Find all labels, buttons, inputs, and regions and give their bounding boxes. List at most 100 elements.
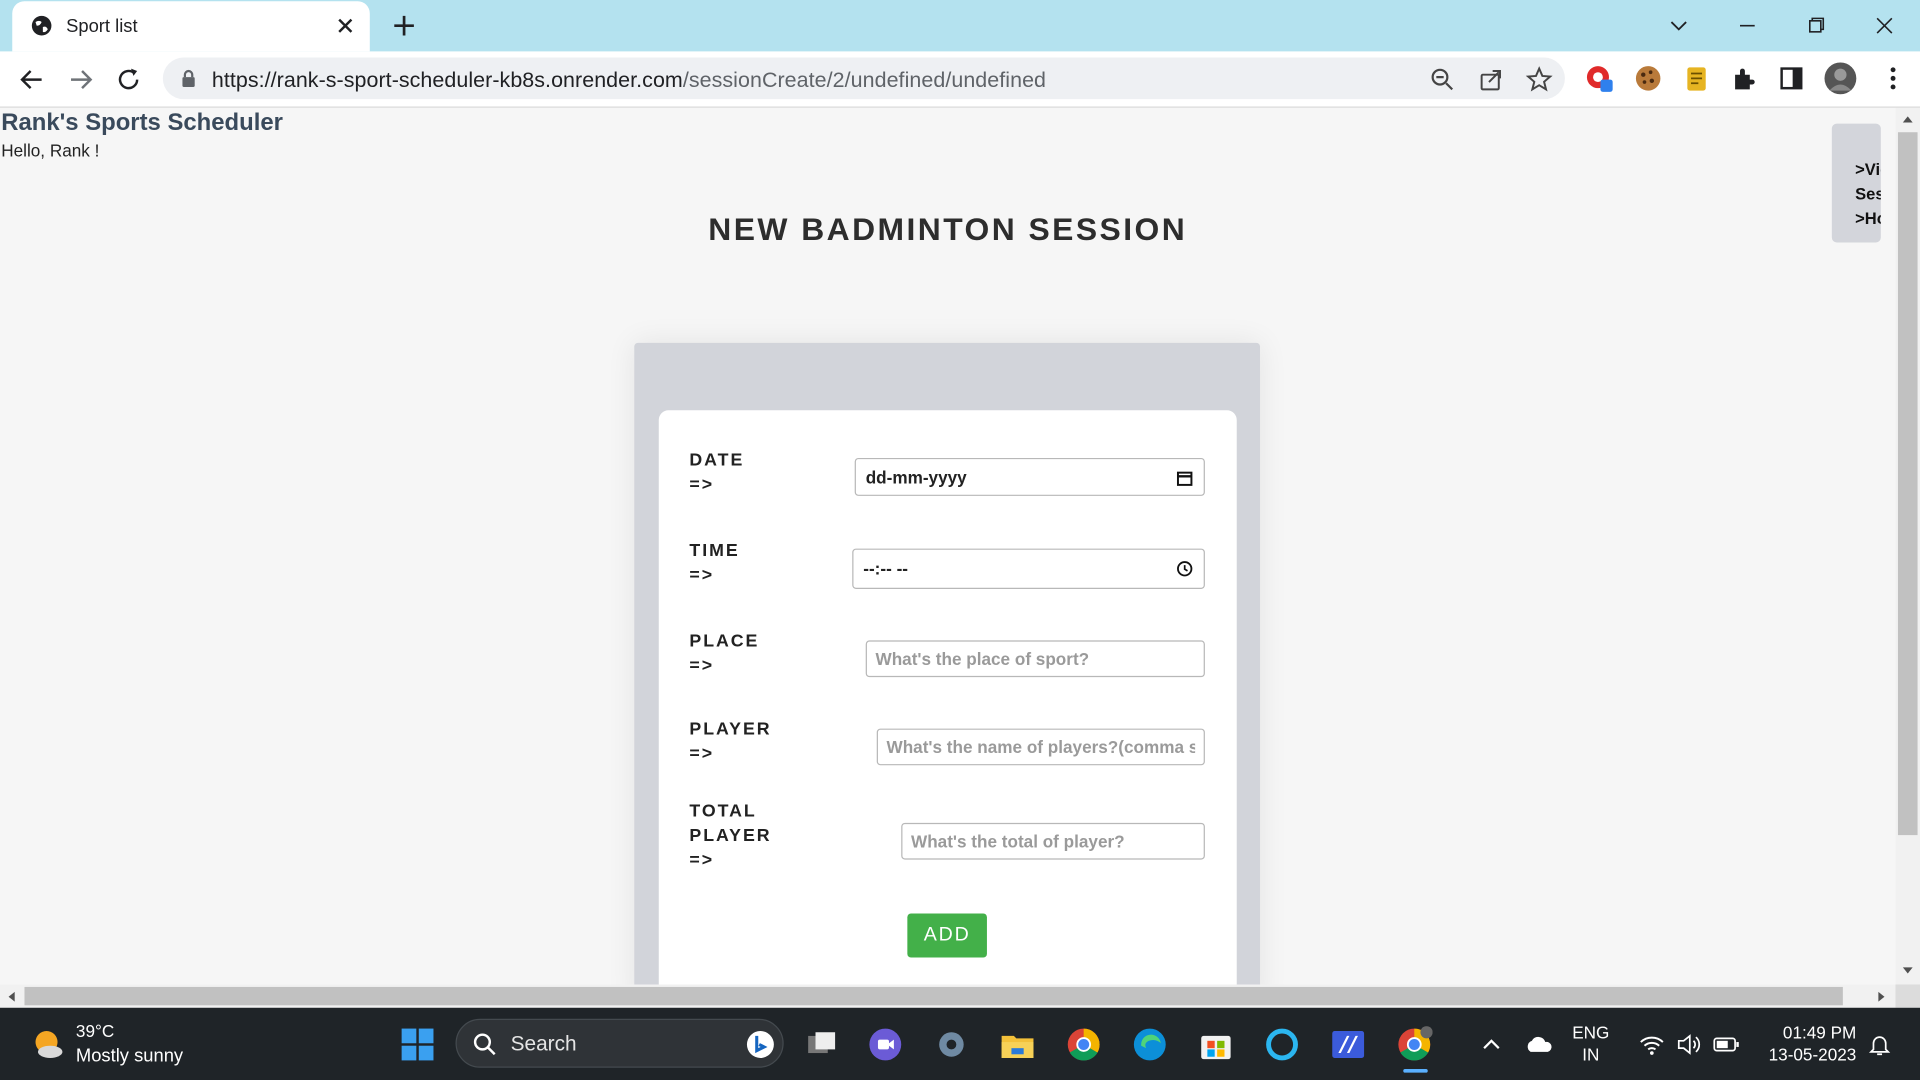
microsoft-store-icon[interactable]: [1198, 1026, 1235, 1063]
url-path: /sessionCreate/2/undefined/undefined: [682, 67, 1047, 92]
date-arrow: =>: [689, 475, 715, 495]
view-sessions-link[interactable]: >Viev: [1855, 160, 1881, 178]
place-label: PLACE =>: [689, 629, 759, 678]
edge-icon[interactable]: [1131, 1026, 1168, 1063]
cookie-extension-icon[interactable]: [1633, 64, 1662, 93]
form-container: DATE => dd-mm-yyyy TIME => --:-- -- PLAC…: [634, 342, 1261, 985]
time-input[interactable]: --:-- --: [852, 548, 1205, 589]
new-tab-icon[interactable]: [389, 11, 418, 40]
date-label-text: DATE: [689, 450, 745, 471]
url-domain: https://rank-s-sport-scheduler-kb8s.onre…: [211, 67, 683, 92]
page-heading: NEW BADMINTON SESSION: [708, 210, 1188, 248]
region-code: IN: [1582, 1044, 1600, 1065]
view-sessions-link-cont[interactable]: Sessi: [1855, 185, 1881, 203]
session-form: DATE => dd-mm-yyyy TIME => --:-- -- PLAC…: [658, 410, 1237, 985]
cortana-alexa-icon[interactable]: [1264, 1026, 1301, 1063]
scroll-right-icon[interactable]: [1876, 989, 1888, 1004]
bing-icon[interactable]: [746, 1030, 775, 1059]
greeting-text: Hello, Rank !: [1, 140, 100, 161]
weather-sun-icon[interactable]: [29, 1025, 66, 1062]
back-icon[interactable]: [17, 65, 46, 94]
players-input[interactable]: [876, 728, 1205, 766]
tab-title: Sport list: [66, 15, 138, 37]
calendar-icon[interactable]: [1176, 469, 1194, 487]
globe-icon: [31, 15, 52, 36]
language-indicator[interactable]: ENG IN: [1572, 1022, 1609, 1064]
restore-icon[interactable]: [1800, 10, 1832, 42]
profile-avatar-icon[interactable]: [1823, 61, 1857, 95]
tray-chevron-up-icon[interactable]: [1479, 1032, 1503, 1056]
chrome-active-icon[interactable]: [1396, 1026, 1433, 1063]
page-viewport: Rank's Sports Scheduler Hello, Rank ! >V…: [0, 107, 1896, 985]
windows-start-icon[interactable]: [399, 1026, 436, 1063]
browser-menu-icon[interactable]: [1878, 64, 1907, 93]
task-view-icon[interactable]: [803, 1026, 840, 1063]
vertical-scroll-thumb[interactable]: [1897, 132, 1918, 836]
tab-sport-list[interactable]: Sport list: [12, 1, 370, 52]
volume-icon[interactable]: [1675, 1032, 1702, 1056]
total-label-text-2: PLAYER: [689, 826, 772, 847]
zoom-icon[interactable]: [1429, 66, 1456, 93]
time-label: TIME =>: [689, 539, 739, 588]
side-panel-icon[interactable]: [1777, 64, 1806, 93]
file-explorer-icon[interactable]: [999, 1026, 1036, 1063]
minimize-icon[interactable]: [1731, 10, 1763, 42]
clock[interactable]: 01:49 PM 13-05-2023: [1758, 1022, 1857, 1065]
date-input[interactable]: dd-mm-yyyy: [854, 457, 1205, 496]
close-window-icon[interactable]: [1869, 10, 1901, 42]
extension-red-icon[interactable]: [1584, 64, 1613, 93]
time-arrow: =>: [689, 565, 715, 586]
search-label: Search: [510, 1032, 577, 1056]
total-label-text-1: TOTAL: [689, 802, 757, 822]
place-arrow: =>: [689, 656, 715, 676]
settings-gear-icon[interactable]: [933, 1026, 970, 1063]
onedrive-cloud-icon[interactable]: [1523, 1032, 1555, 1056]
close-tab-icon[interactable]: [333, 13, 357, 37]
battery-icon[interactable]: [1712, 1032, 1741, 1056]
scroll-left-icon[interactable]: [5, 989, 17, 1004]
notes-extension-icon[interactable]: [1681, 64, 1710, 93]
language-code: ENG: [1572, 1022, 1610, 1043]
app-icon[interactable]: [1330, 1026, 1367, 1063]
add-button[interactable]: ADD: [907, 913, 987, 958]
share-icon[interactable]: [1478, 66, 1505, 93]
player-arrow: =>: [689, 744, 715, 765]
tab-strip: Sport list: [0, 0, 1920, 52]
total-players-input[interactable]: [901, 822, 1205, 860]
scrollbar-corner: [1895, 984, 1920, 1008]
address-bar[interactable]: https://rank-s-sport-scheduler-kb8s.onre…: [162, 57, 1565, 100]
taskbar-search[interactable]: Search: [455, 1018, 784, 1068]
weather-temperature[interactable]: 39°C: [76, 1021, 114, 1041]
player-label-text: PLAYER: [689, 720, 772, 740]
active-app-indicator: [1403, 1068, 1428, 1073]
forward-icon[interactable]: [66, 65, 95, 94]
time-value: --:-- --: [863, 558, 908, 578]
time-label-text: TIME: [689, 541, 740, 561]
chrome-icon[interactable]: [1065, 1026, 1102, 1063]
place-input[interactable]: [865, 640, 1205, 678]
date-value: dd-mm-yyyy: [865, 467, 967, 488]
date-label: DATE =>: [689, 448, 744, 497]
scroll-up-icon[interactable]: [1900, 113, 1915, 125]
total-player-label: TOTAL PLAYER =>: [689, 800, 771, 873]
weather-condition[interactable]: Mostly sunny: [76, 1046, 183, 1067]
notification-icon[interactable]: [1866, 1031, 1893, 1058]
tab-search-chevron-icon[interactable]: [1663, 10, 1695, 42]
total-arrow: =>: [689, 851, 715, 871]
player-label: PLAYER =>: [689, 718, 771, 767]
teams-meet-icon[interactable]: [867, 1026, 904, 1063]
extensions-puzzle-icon[interactable]: [1729, 64, 1758, 93]
taskbar: 39°C Mostly sunny Search ENG IN 01:49 PM…: [0, 1007, 1920, 1080]
scroll-down-icon[interactable]: [1900, 965, 1915, 977]
browser-toolbar: https://rank-s-sport-scheduler-kb8s.onre…: [0, 51, 1920, 108]
reload-icon[interactable]: [114, 65, 143, 94]
clock-time: 01:49 PM: [1782, 1022, 1857, 1043]
wifi-icon[interactable]: [1638, 1032, 1665, 1056]
clock-date: 13-05-2023: [1768, 1044, 1857, 1065]
clock-icon[interactable]: [1176, 560, 1194, 578]
bookmark-star-icon[interactable]: [1525, 66, 1553, 93]
lock-icon[interactable]: [180, 69, 197, 89]
url-text[interactable]: https://rank-s-sport-scheduler-kb8s.onre…: [212, 67, 1046, 93]
horizontal-scroll-thumb[interactable]: [24, 986, 1843, 1006]
app-title: Rank's Sports Scheduler: [1, 108, 283, 136]
